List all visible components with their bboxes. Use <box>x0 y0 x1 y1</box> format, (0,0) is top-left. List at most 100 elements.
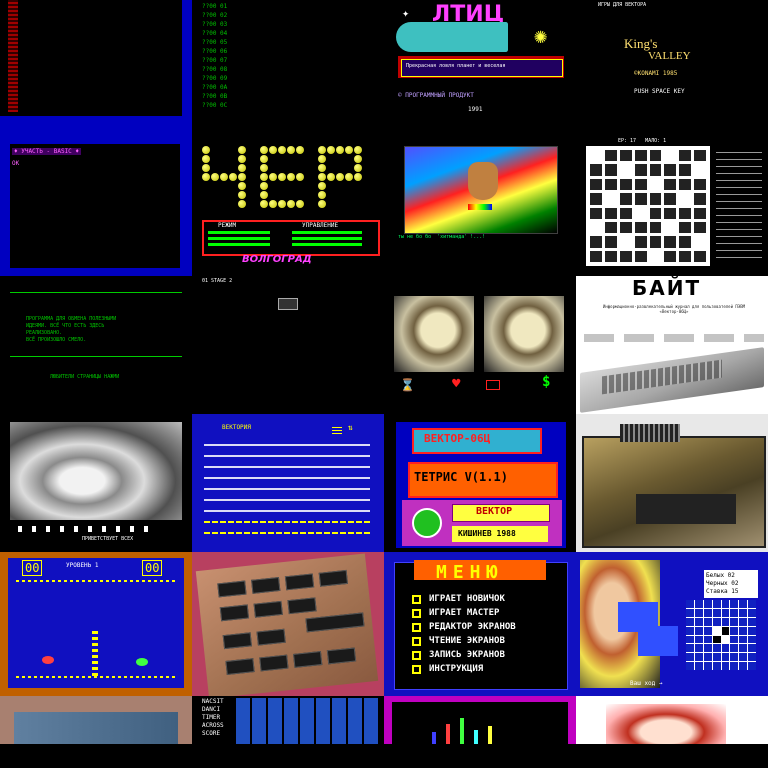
board-cell[interactable] <box>748 608 756 617</box>
board-cell[interactable] <box>686 626 694 635</box>
board-cell[interactable] <box>703 635 712 644</box>
tile-portraits[interactable]: ⌛ ♥ $ <box>384 276 576 414</box>
tile-kitten[interactable]: ПРИВЕТСТВУЕТ ВСЕХ <box>0 414 192 552</box>
tile-menu[interactable]: МЕНЮ ИГРАЕТ НОВИЧОК ИГРАЕТ МАСТЕР РЕДАКТОР… <box>384 552 576 696</box>
board-cell[interactable] <box>694 644 703 653</box>
board-cell[interactable] <box>703 617 712 626</box>
board-cell[interactable] <box>703 653 712 662</box>
board-cell[interactable] <box>721 617 730 626</box>
tile-number-grid[interactable]: NACSIT DANCI TIMER ACROSS SCORE <box>192 696 384 744</box>
board-cell[interactable] <box>686 662 694 670</box>
tile-reversi[interactable]: Белых 02 Черных 02 Ставка 15 Ваш ход → <box>576 552 768 696</box>
tile-stage[interactable]: 01 STAGE 2 <box>192 276 384 414</box>
board-cell[interactable] <box>748 600 756 608</box>
board-cell[interactable] <box>703 626 712 635</box>
board-cell[interactable] <box>712 635 721 644</box>
board-cell[interactable] <box>739 608 748 617</box>
tile-girl[interactable] <box>576 696 768 744</box>
board-cell[interactable] <box>694 626 703 635</box>
board-cell[interactable] <box>712 662 721 670</box>
tile-tetris[interactable]: ВЕКТОР-06Ц ТЕТРИС V(1.1) ВЕКТОР КИШИНЕВ … <box>384 414 576 552</box>
menu-item[interactable]: РЕДАКТОР ЭКРАНОВ <box>412 620 516 634</box>
text-line: ??00 03 <box>202 21 228 28</box>
board-cell[interactable] <box>712 600 721 608</box>
board-cell[interactable] <box>712 608 721 617</box>
chip <box>253 600 283 618</box>
board-cell[interactable] <box>730 608 739 617</box>
board-cell[interactable] <box>730 644 739 653</box>
board-cell[interactable] <box>748 617 756 626</box>
board-cell[interactable] <box>694 600 703 608</box>
board-cell[interactable] <box>686 653 694 662</box>
board-cell[interactable] <box>703 608 712 617</box>
tile-board-photo[interactable] <box>576 414 768 552</box>
tile-hex-listing[interactable]: ??00 01 ??00 02 ??00 03 ??00 04 ??00 05 ??00 … <box>192 0 384 138</box>
board-cell[interactable] <box>694 653 703 662</box>
entry-line <box>204 532 370 534</box>
menu-item[interactable]: ЧТЕНИЕ ЭКРАНОВ <box>412 634 516 648</box>
board-cell[interactable] <box>721 608 730 617</box>
board-cell[interactable] <box>730 617 739 626</box>
menu-item[interactable]: ИГРАЕТ НОВИЧОК <box>412 592 516 606</box>
board-cell[interactable] <box>730 662 739 670</box>
board-cell[interactable] <box>712 626 721 635</box>
board-cell[interactable] <box>748 626 756 635</box>
board-cell[interactable] <box>721 600 730 608</box>
board-cell[interactable] <box>694 617 703 626</box>
board-cell[interactable] <box>686 644 694 653</box>
board-cell[interactable] <box>721 626 730 635</box>
board-cell[interactable] <box>748 662 756 670</box>
tile-level[interactable]: 00 УРОВЕНЬ 1 00 <box>0 552 192 696</box>
board-cell[interactable] <box>721 662 730 670</box>
board-cell[interactable] <box>721 635 730 644</box>
board-cell[interactable] <box>739 653 748 662</box>
menu-item[interactable]: ИГРАЕТ МАСТЕР <box>412 606 516 620</box>
board-cell[interactable] <box>721 653 730 662</box>
maze-cell <box>664 178 677 191</box>
board-cell[interactable] <box>739 626 748 635</box>
board-cell[interactable] <box>703 600 712 608</box>
tile-kings-valley[interactable]: ИГРЫ ДЛЯ ВЕКТОРА King's VALLEY ©KONAMI 1… <box>576 0 768 138</box>
board-cell[interactable] <box>712 644 721 653</box>
tile-rider[interactable]: ты не бо бо 'хитманда' !...! <box>384 138 576 276</box>
board-cell[interactable] <box>730 600 739 608</box>
board-cell[interactable] <box>712 653 721 662</box>
board-cell[interactable] <box>694 662 703 670</box>
board-cell[interactable] <box>694 608 703 617</box>
board-cell[interactable] <box>686 608 694 617</box>
tile-cher[interactable]: РЕЖИМ УПРАВЛЕНИЕ ВОЛГОГРАД <box>192 138 384 276</box>
tile-bars[interactable] <box>384 696 576 744</box>
board-cell[interactable] <box>748 653 756 662</box>
board-cell[interactable] <box>721 644 730 653</box>
tile-vectoria[interactable]: ВЕКТОРИЯ ⇅ <box>192 414 384 552</box>
board-cell[interactable] <box>739 635 748 644</box>
board-cell[interactable] <box>730 653 739 662</box>
tile-green-text[interactable]: ПРОГРАММА ДЛЯ ОБМЕНА ПОЛЕЗНЫМИ ИДЕЯМИ. ВС… <box>0 276 192 414</box>
tile-ptitsy[interactable]: ЛТИЦ ✦ ✺ Прекрасная ловля планет и весел… <box>384 0 576 138</box>
tile-bait[interactable]: БАЙТ Информационно-развлекательный журна… <box>576 276 768 414</box>
board-cell[interactable] <box>730 635 739 644</box>
board-cell[interactable] <box>703 644 712 653</box>
board-cell[interactable] <box>730 626 739 635</box>
board-cell[interactable] <box>694 635 703 644</box>
board-cell[interactable] <box>739 600 748 608</box>
menu-item[interactable]: ИНСТРУКЦИЯ <box>412 662 516 676</box>
board-cell[interactable] <box>712 617 721 626</box>
tile-board-green[interactable] <box>0 696 192 744</box>
board-cell[interactable] <box>748 644 756 653</box>
board-cell[interactable] <box>686 600 694 608</box>
tile-red-stripes[interactable] <box>0 0 192 138</box>
title-dot <box>296 200 304 208</box>
board-cell[interactable] <box>739 662 748 670</box>
board-cell[interactable] <box>703 662 712 670</box>
tile-pcb[interactable] <box>192 552 384 696</box>
board-cell[interactable] <box>748 635 756 644</box>
tile-basic[interactable]: ♦ УЧАСТЬ - BASIC ♦ OK <box>0 138 192 276</box>
menu-item[interactable]: ЗАПИСЬ ЭКРАНОВ <box>412 648 516 662</box>
tile-maze[interactable]: ЕР: 17 МАЛО: 1 <box>576 138 768 276</box>
board-cell[interactable] <box>686 635 694 644</box>
basic-prompt: OK <box>12 160 20 167</box>
board-cell[interactable] <box>686 617 694 626</box>
board-cell[interactable] <box>739 644 748 653</box>
board-cell[interactable] <box>739 617 748 626</box>
